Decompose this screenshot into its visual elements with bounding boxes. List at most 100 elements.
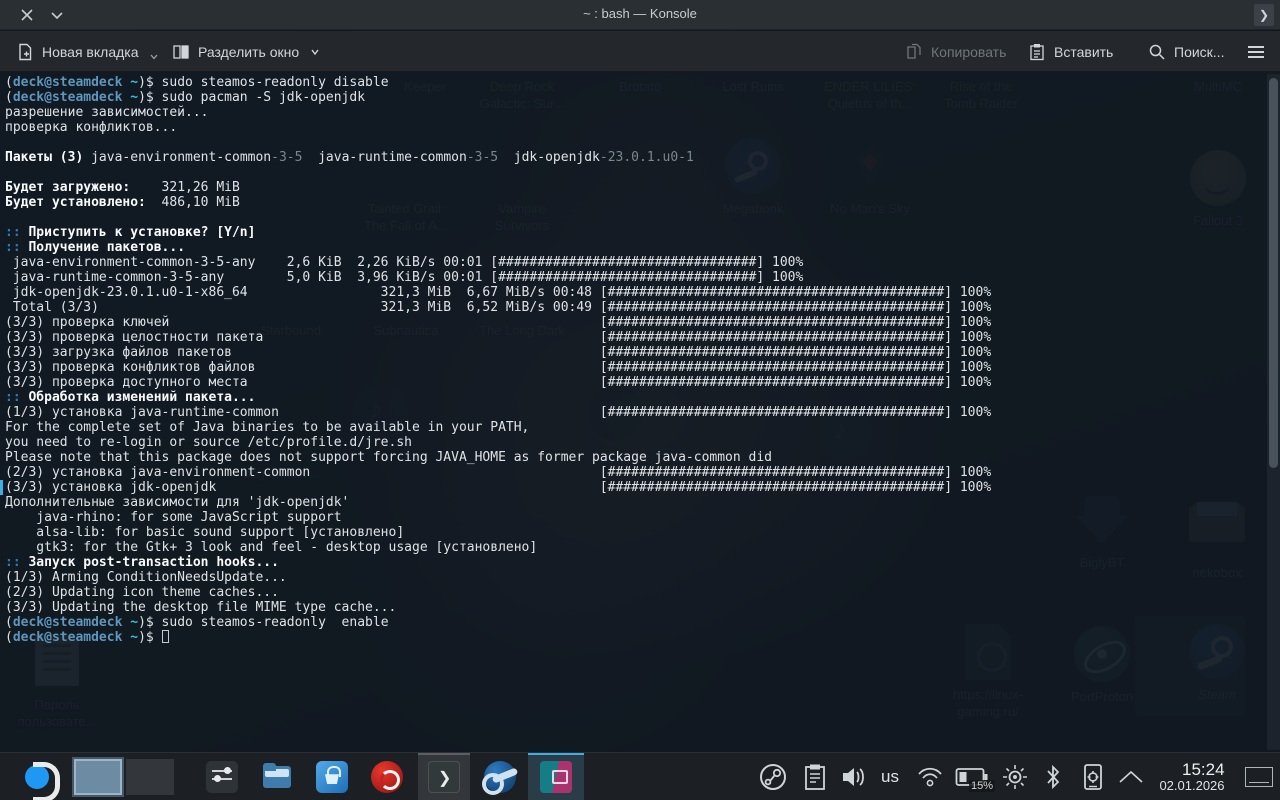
task-steam[interactable] <box>478 753 522 800</box>
chevron-down-icon <box>309 46 321 58</box>
terminal-line: (deck@steamdeck ~)$ sudo steamos-readonl… <box>5 615 991 630</box>
battery-percent-label: 15% <box>969 780 995 792</box>
tray-expand-arrow[interactable] <box>1112 753 1150 800</box>
tray-device-settings[interactable] <box>1074 753 1112 800</box>
terminal-line: Дополнительные зависимости для 'jdk-open… <box>5 495 991 510</box>
terminal-line: Total (3/3) 321,3 MiB 6,52 MiB/s 00:49 [… <box>5 300 991 315</box>
task-file-manager[interactable] <box>255 753 299 800</box>
toolbar: Новая вкладка Разделить окно <box>0 31 1280 72</box>
tray-clipboard[interactable] <box>798 753 832 800</box>
terminal-viewport[interactable]: (deck@steamdeck ~)$ sudo steamos-readonl… <box>0 72 1280 752</box>
tray-brightness[interactable] <box>995 753 1035 800</box>
new-tab-label: Новая вкладка <box>42 44 139 60</box>
terminal-line: :: Приступить к установке? [Y/n] <box>5 225 991 240</box>
red-browser-icon <box>371 761 403 793</box>
device-gear-icon <box>1081 763 1105 791</box>
window-title: ~ : bash — Konsole <box>0 6 1280 21</box>
dolphin-folder-icon <box>261 761 293 793</box>
terminal-line <box>5 135 991 150</box>
task-discover[interactable] <box>310 753 354 800</box>
task-browser[interactable] <box>365 753 409 800</box>
terminal-line: (1/3) установка java-runtime-common [###… <box>5 405 991 420</box>
terminal-line: java-runtime-common-3-5-any 5,0 KiB 3,96… <box>5 270 991 285</box>
virtual-desktop-inactive <box>126 759 174 795</box>
terminal-line: (3/3) Updating the desktop file MIME typ… <box>5 600 991 615</box>
show-desktop-icon <box>1245 767 1273 787</box>
new-tab-icon <box>16 43 34 61</box>
battery-icon: 15% <box>955 766 989 788</box>
search-button[interactable]: Поиск... <box>1148 31 1224 72</box>
terminal-line: :: Обработка изменений пакета... <box>5 390 991 405</box>
keyboard-layout-label: us <box>881 767 899 787</box>
search-label: Поиск... <box>1174 44 1224 60</box>
terminal-line: Please note that this package does not s… <box>5 450 991 465</box>
app-launcher-button[interactable] <box>18 753 62 800</box>
paste-label: Вставить <box>1054 44 1113 60</box>
scrollbar-thumb[interactable] <box>1269 78 1278 468</box>
steam-icon <box>484 761 516 793</box>
terminal-line: (1/3) Arming ConditionNeedsUpdate... <box>5 570 991 585</box>
task-system-settings[interactable] <box>200 753 244 800</box>
terminal-line: jdk-openjdk-23.0.1.u0-1-x86_64 321,3 MiB… <box>5 285 991 300</box>
clipboard-icon <box>803 763 827 791</box>
terminal-line: (3/3) загрузка файлов пакетов [#########… <box>5 345 991 360</box>
search-icon <box>1148 43 1166 61</box>
terminal-line: (deck@steamdeck ~)$ sudo steamos-readonl… <box>5 75 991 90</box>
show-desktop-button[interactable] <box>1240 753 1278 800</box>
terminal-line: разрешение зависимостей... <box>5 105 991 120</box>
konsole-window: ~ : bash — Konsole ❯ Новая вкладка Ра <box>0 0 1280 752</box>
terminal-line: gtk3: for the Gtk+ 3 look and feel - des… <box>5 540 991 555</box>
tray-network[interactable] <box>910 753 950 800</box>
new-tab-button[interactable]: Новая вкладка <box>16 31 159 72</box>
clock-time: 15:24 <box>1159 761 1224 780</box>
terminal-line: :: Запуск post-transaction hooks... <box>5 555 991 570</box>
discover-icon <box>316 761 348 793</box>
tray-volume[interactable] <box>836 753 872 800</box>
copy-button[interactable]: Копировать <box>905 31 1006 72</box>
terminal-line <box>5 165 991 180</box>
tray-bluetooth[interactable] <box>1036 753 1070 800</box>
terminal-line <box>5 210 991 225</box>
paste-button[interactable]: Вставить <box>1028 31 1113 72</box>
chevron-up-icon <box>1117 769 1145 785</box>
terminal-line: Будет загружено: 321,26 MiB <box>5 180 991 195</box>
expand-corner-button[interactable]: ❯ <box>1254 4 1274 26</box>
tray-keyboard-layout[interactable]: us <box>872 753 908 800</box>
terminal-line: (3/3) установка jdk-openjdk [###########… <box>5 480 991 495</box>
paste-icon <box>1028 43 1046 61</box>
brightness-sun-icon <box>1001 763 1029 791</box>
hamburger-menu-button[interactable] <box>1246 31 1266 72</box>
taskbar: us 15% <box>0 752 1280 800</box>
copy-icon <box>905 43 923 61</box>
spectacle-icon <box>540 761 572 793</box>
terminal-line: you need to re-login or source /etc/prof… <box>5 435 991 450</box>
chevron-down-icon <box>149 52 159 62</box>
digital-clock[interactable]: 15:24 02.01.2026 <box>1148 753 1236 800</box>
hamburger-icon <box>1246 43 1266 61</box>
task-spectacle[interactable] <box>528 753 584 800</box>
terminal-line: java-environment-common-3-5-any 2,6 KiB … <box>5 255 991 270</box>
screen: KeeperDeep RockGalactic: Sur...BrotatoLo… <box>0 0 1280 800</box>
terminal-line: (deck@steamdeck ~)$ <box>5 630 991 645</box>
terminal-line: Будет установлено: 486,10 MiB <box>5 195 991 210</box>
clock-date: 02.01.2026 <box>1159 779 1224 793</box>
pager-desktop-1[interactable] <box>72 753 124 800</box>
system-settings-icon <box>206 761 238 793</box>
terminal-line: (3/3) проверка доступного места [#######… <box>5 375 991 390</box>
terminal-line: For the complete set of Java binaries to… <box>5 420 991 435</box>
terminal-line: (3/3) проверка ключей [#################… <box>5 315 991 330</box>
pager-desktop-2[interactable] <box>124 753 176 800</box>
terminal-line: java-rhino: for some JavaScript support <box>5 510 991 525</box>
terminal-scrollbar[interactable] <box>1267 74 1280 750</box>
terminal-line: alsa-lib: for basic sound support [устан… <box>5 525 991 540</box>
steamdeck-launcher-icon <box>25 762 55 792</box>
split-view-button[interactable]: Разделить окно <box>172 31 321 72</box>
tray-battery[interactable]: 15% <box>950 753 994 800</box>
task-konsole[interactable] <box>418 753 470 800</box>
tray-steam[interactable] <box>753 753 793 800</box>
split-view-icon <box>172 43 190 61</box>
terminal-line: Пакеты (3) java-environment-common-3-5 j… <box>5 150 991 165</box>
copy-label: Копировать <box>931 44 1006 60</box>
terminal-line: (3/3) проверка конфликтов файлов [######… <box>5 360 991 375</box>
terminal-line: проверка конфликтов... <box>5 120 991 135</box>
